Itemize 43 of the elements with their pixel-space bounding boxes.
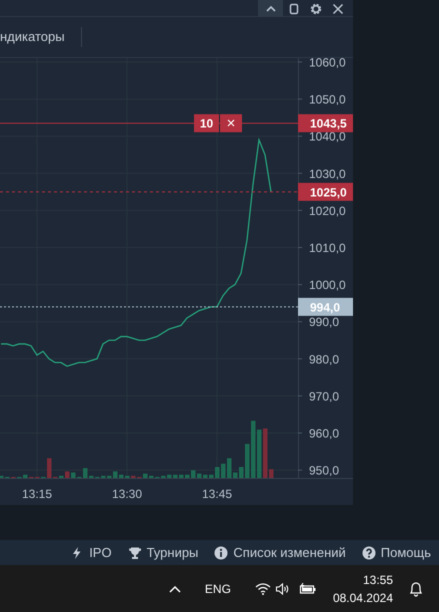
ref-line-label: 1043,5: [310, 116, 348, 131]
battery-icon[interactable]: [298, 582, 317, 594]
speaker-icon[interactable]: [274, 582, 291, 594]
axis-tick-label: 960,0: [309, 426, 340, 440]
axis-tick-label: 1000,0: [309, 278, 346, 292]
axis-tick-label: 1060,0: [309, 58, 346, 70]
order-quantity-tag: 10: [194, 114, 219, 132]
close-icon: [331, 2, 345, 16]
time-label: 13:15: [22, 487, 52, 501]
ref-line-label: 1025,0: [310, 185, 348, 200]
language-indicator[interactable]: ENG: [204, 580, 231, 598]
price-label: 994,0: [298, 298, 353, 316]
collapse-button[interactable]: [258, 0, 283, 17]
help-icon: [362, 546, 376, 560]
price-label: 1025,0: [298, 182, 353, 201]
axis-tick-label: 1010,0: [309, 241, 346, 255]
axis-tick-label: 950,0: [309, 464, 340, 478]
clock-date[interactable]: 08.04.2024: [332, 588, 393, 606]
notification-bell-icon[interactable]: [409, 580, 423, 596]
status-link[interactable]: Помощь: [362, 542, 431, 562]
axis-tick-label: 1030,0: [309, 166, 346, 181]
cancel-order-button[interactable]: ×: [220, 114, 242, 132]
indicators-tab[interactable]: ндикаторы: [0, 27, 65, 47]
clock-time[interactable]: 13:55: [362, 570, 393, 588]
trophy-icon: [128, 546, 142, 560]
status-link[interactable]: Список изменений: [214, 542, 346, 562]
settings-icon: [309, 2, 323, 16]
price-label: 1043,5: [298, 114, 353, 132]
axis-tick-label: 970,0: [309, 389, 340, 404]
status-link[interactable]: Турниры: [128, 542, 198, 562]
status-link[interactable]: IPO: [70, 542, 112, 562]
info-icon: [214, 546, 228, 560]
axis-tick-label: 1040,0: [309, 130, 346, 144]
wifi-icon[interactable]: [254, 582, 271, 594]
restore-icon: [287, 2, 301, 16]
chevron-up-icon[interactable]: [168, 584, 181, 592]
time-label: 13:30: [112, 487, 142, 501]
axis-tick-label: 990,0: [309, 315, 340, 330]
time-label: 13:45: [202, 487, 232, 501]
axis-tick-label: 1020,0: [309, 204, 346, 218]
axis-tick-label: 980,0: [309, 352, 340, 366]
axis-tick-label: 1050,0: [309, 92, 346, 107]
ref-line-label: 994,0: [310, 300, 340, 314]
